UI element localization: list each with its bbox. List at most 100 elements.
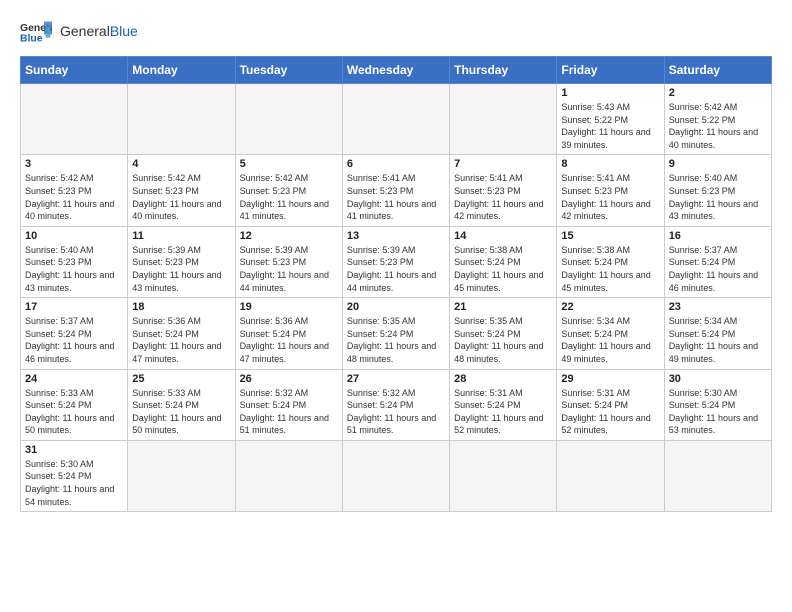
day-number: 30 xyxy=(669,373,767,385)
calendar-cell: 7 Sunrise: 5:41 AM Sunset: 5:23 PM Daylig… xyxy=(450,155,557,226)
calendar-week-row: 3 Sunrise: 5:42 AM Sunset: 5:23 PM Daylig… xyxy=(21,155,772,226)
day-info: Sunrise: 5:32 AM Sunset: 5:24 PM Dayligh… xyxy=(347,387,445,437)
logo: General Blue GeneralBlue xyxy=(20,20,138,44)
calendar-week-row: 10 Sunrise: 5:40 AM Sunset: 5:23 PM Dayli… xyxy=(21,226,772,297)
calendar-week-row: 17Sunrise: 5:37 AM Sunset: 5:24 PM Dayli… xyxy=(21,298,772,369)
day-number: 9 xyxy=(669,158,767,170)
calendar-cell xyxy=(450,440,557,511)
day-info: Sunrise: 5:37 AM Sunset: 5:24 PM Dayligh… xyxy=(669,244,767,294)
calendar-cell: 31Sunrise: 5:30 AM Sunset: 5:24 PM Dayli… xyxy=(21,440,128,511)
page-header: General Blue GeneralBlue xyxy=(20,20,772,44)
calendar-cell: 30 Sunrise: 5:30 AM Sunset: 5:24 PM Dayli… xyxy=(664,369,771,440)
day-number: 25 xyxy=(132,373,230,385)
day-info: Sunrise: 5:33 AM Sunset: 5:24 PM Dayligh… xyxy=(25,387,123,437)
calendar-cell: 5Sunrise: 5:42 AM Sunset: 5:23 PM Daylig… xyxy=(235,155,342,226)
day-number: 3 xyxy=(25,158,123,170)
day-number: 16 xyxy=(669,230,767,242)
day-number: 20 xyxy=(347,301,445,313)
calendar-cell: 15Sunrise: 5:38 AM Sunset: 5:24 PM Dayli… xyxy=(557,226,664,297)
calendar-cell: 25 Sunrise: 5:33 AM Sunset: 5:24 PM Dayli… xyxy=(128,369,235,440)
logo-icon: General Blue xyxy=(20,20,52,44)
day-info: Sunrise: 5:39 AM Sunset: 5:23 PM Dayligh… xyxy=(347,244,445,294)
day-info: Sunrise: 5:38 AM Sunset: 5:24 PM Dayligh… xyxy=(561,244,659,294)
day-number: 5 xyxy=(240,158,338,170)
day-number: 27 xyxy=(347,373,445,385)
calendar-cell xyxy=(664,440,771,511)
calendar-cell: 22 Sunrise: 5:34 AM Sunset: 5:24 PM Dayli… xyxy=(557,298,664,369)
svg-text:Blue: Blue xyxy=(20,34,43,44)
day-info: Sunrise: 5:40 AM Sunset: 5:23 PM Dayligh… xyxy=(25,244,123,294)
calendar-cell: 26 Sunrise: 5:32 AM Sunset: 5:24 PM Dayli… xyxy=(235,369,342,440)
day-info: Sunrise: 5:39 AM Sunset: 5:23 PM Dayligh… xyxy=(132,244,230,294)
day-number: 29 xyxy=(561,373,659,385)
day-info: Sunrise: 5:33 AM Sunset: 5:24 PM Dayligh… xyxy=(132,387,230,437)
day-info: Sunrise: 5:39 AM Sunset: 5:23 PM Dayligh… xyxy=(240,244,338,294)
calendar-cell xyxy=(21,84,128,155)
calendar-cell: 3Sunrise: 5:42 AM Sunset: 5:23 PM Daylig… xyxy=(21,155,128,226)
day-info: Sunrise: 5:31 AM Sunset: 5:24 PM Dayligh… xyxy=(454,387,552,437)
calendar-cell: 1 Sunrise: 5:43 AM Sunset: 5:22 PM Daylig… xyxy=(557,84,664,155)
calendar-cell: 19Sunrise: 5:36 AM Sunset: 5:24 PM Dayli… xyxy=(235,298,342,369)
day-info: Sunrise: 5:35 AM Sunset: 5:24 PM Dayligh… xyxy=(347,315,445,365)
calendar-cell: 28 Sunrise: 5:31 AM Sunset: 5:24 PM Dayli… xyxy=(450,369,557,440)
calendar-cell xyxy=(128,440,235,511)
day-number: 31 xyxy=(25,444,123,456)
calendar-week-row: 24 Sunrise: 5:33 AM Sunset: 5:24 PM Dayli… xyxy=(21,369,772,440)
calendar-cell: 4Sunrise: 5:42 AM Sunset: 5:23 PM Daylig… xyxy=(128,155,235,226)
calendar-header-row: SundayMondayTuesdayWednesdayThursdayFrid… xyxy=(21,57,772,84)
calendar-cell: 12Sunrise: 5:39 AM Sunset: 5:23 PM Dayli… xyxy=(235,226,342,297)
calendar-cell: 14 Sunrise: 5:38 AM Sunset: 5:24 PM Dayli… xyxy=(450,226,557,297)
day-of-week-header: Wednesday xyxy=(342,57,449,84)
day-number: 28 xyxy=(454,373,552,385)
day-info: Sunrise: 5:38 AM Sunset: 5:24 PM Dayligh… xyxy=(454,244,552,294)
day-info: Sunrise: 5:42 AM Sunset: 5:23 PM Dayligh… xyxy=(132,172,230,222)
calendar-cell xyxy=(342,84,449,155)
day-info: Sunrise: 5:41 AM Sunset: 5:23 PM Dayligh… xyxy=(454,172,552,222)
day-number: 1 xyxy=(561,87,659,99)
calendar-cell: 2 Sunrise: 5:42 AM Sunset: 5:22 PM Daylig… xyxy=(664,84,771,155)
day-info: Sunrise: 5:30 AM Sunset: 5:24 PM Dayligh… xyxy=(669,387,767,437)
day-of-week-header: Monday xyxy=(128,57,235,84)
calendar-cell: 6Sunrise: 5:41 AM Sunset: 5:23 PM Daylig… xyxy=(342,155,449,226)
day-number: 19 xyxy=(240,301,338,313)
calendar-cell: 21Sunrise: 5:35 AM Sunset: 5:24 PM Dayli… xyxy=(450,298,557,369)
day-number: 18 xyxy=(132,301,230,313)
day-number: 17 xyxy=(25,301,123,313)
day-number: 8 xyxy=(561,158,659,170)
day-number: 22 xyxy=(561,301,659,313)
day-number: 26 xyxy=(240,373,338,385)
day-number: 10 xyxy=(25,230,123,242)
calendar-cell: 27 Sunrise: 5:32 AM Sunset: 5:24 PM Dayli… xyxy=(342,369,449,440)
calendar-cell: 10 Sunrise: 5:40 AM Sunset: 5:23 PM Dayli… xyxy=(21,226,128,297)
calendar-cell: 13 Sunrise: 5:39 AM Sunset: 5:23 PM Dayli… xyxy=(342,226,449,297)
day-number: 14 xyxy=(454,230,552,242)
day-of-week-header: Friday xyxy=(557,57,664,84)
calendar-cell xyxy=(235,84,342,155)
day-of-week-header: Sunday xyxy=(21,57,128,84)
day-of-week-header: Tuesday xyxy=(235,57,342,84)
day-info: Sunrise: 5:34 AM Sunset: 5:24 PM Dayligh… xyxy=(561,315,659,365)
day-info: Sunrise: 5:32 AM Sunset: 5:24 PM Dayligh… xyxy=(240,387,338,437)
day-info: Sunrise: 5:31 AM Sunset: 5:24 PM Dayligh… xyxy=(561,387,659,437)
calendar-cell xyxy=(450,84,557,155)
calendar-cell xyxy=(557,440,664,511)
day-number: 13 xyxy=(347,230,445,242)
day-number: 23 xyxy=(669,301,767,313)
day-number: 24 xyxy=(25,373,123,385)
calendar-cell xyxy=(128,84,235,155)
day-info: Sunrise: 5:41 AM Sunset: 5:23 PM Dayligh… xyxy=(561,172,659,222)
calendar-cell: 23 Sunrise: 5:34 AM Sunset: 5:24 PM Dayli… xyxy=(664,298,771,369)
calendar-cell: 17Sunrise: 5:37 AM Sunset: 5:24 PM Dayli… xyxy=(21,298,128,369)
day-info: Sunrise: 5:34 AM Sunset: 5:24 PM Dayligh… xyxy=(669,315,767,365)
calendar-week-row: 1 Sunrise: 5:43 AM Sunset: 5:22 PM Daylig… xyxy=(21,84,772,155)
calendar-cell: 11Sunrise: 5:39 AM Sunset: 5:23 PM Dayli… xyxy=(128,226,235,297)
day-number: 6 xyxy=(347,158,445,170)
day-info: Sunrise: 5:43 AM Sunset: 5:22 PM Dayligh… xyxy=(561,101,659,151)
day-number: 2 xyxy=(669,87,767,99)
calendar-cell: 29 Sunrise: 5:31 AM Sunset: 5:24 PM Dayli… xyxy=(557,369,664,440)
day-info: Sunrise: 5:42 AM Sunset: 5:22 PM Dayligh… xyxy=(669,101,767,151)
calendar-table: SundayMondayTuesdayWednesdayThursdayFrid… xyxy=(20,56,772,512)
day-info: Sunrise: 5:40 AM Sunset: 5:23 PM Dayligh… xyxy=(669,172,767,222)
calendar-cell: 20 Sunrise: 5:35 AM Sunset: 5:24 PM Dayli… xyxy=(342,298,449,369)
day-number: 7 xyxy=(454,158,552,170)
